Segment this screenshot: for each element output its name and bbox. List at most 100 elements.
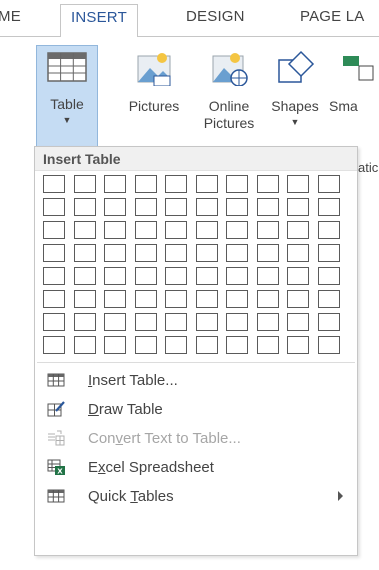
grid-cell[interactable] [226, 267, 248, 285]
grid-cell[interactable] [165, 175, 187, 193]
grid-cell[interactable] [226, 221, 248, 239]
grid-cell[interactable] [43, 198, 65, 216]
grid-cell[interactable] [134, 290, 157, 308]
grid-cell[interactable] [287, 267, 309, 285]
grid-cell[interactable] [287, 313, 309, 331]
grid-cell[interactable] [104, 313, 126, 331]
cut-off-text: atic [358, 160, 379, 175]
grid-cell[interactable] [317, 290, 340, 308]
grid-cell[interactable] [134, 244, 157, 262]
grid-cell[interactable] [73, 244, 96, 262]
grid-cell[interactable] [317, 313, 340, 331]
grid-cell[interactable] [134, 267, 157, 285]
grid-cell[interactable] [256, 244, 279, 262]
online-pictures-button[interactable]: Online Pictures [198, 50, 260, 132]
grid-cell[interactable] [104, 267, 126, 285]
dropdown-header: Insert Table [35, 147, 357, 171]
tab-insert[interactable]: INSERT [60, 4, 138, 37]
grid-cell[interactable] [134, 336, 157, 354]
grid-cell[interactable] [134, 198, 157, 216]
grid-cell[interactable] [256, 313, 279, 331]
grid-cell[interactable] [195, 290, 218, 308]
grid-cell[interactable] [165, 221, 187, 239]
grid-cell[interactable] [134, 221, 157, 239]
grid-cell[interactable] [43, 290, 65, 308]
grid-cell[interactable] [73, 290, 96, 308]
menu-item-quick-tables[interactable]: Quick Tables [35, 483, 357, 511]
grid-cell[interactable] [43, 336, 65, 354]
tab-design[interactable]: DESIGN [186, 8, 245, 25]
pictures-button[interactable]: Pictures [117, 50, 191, 115]
grid-cell[interactable] [195, 244, 218, 262]
grid-cell[interactable] [104, 198, 126, 216]
grid-cell[interactable] [287, 221, 309, 239]
grid-cell[interactable] [226, 175, 248, 193]
grid-cell[interactable] [195, 221, 218, 239]
grid-cell[interactable] [104, 221, 126, 239]
grid-cell[interactable] [317, 175, 340, 193]
grid-cell[interactable] [226, 313, 248, 331]
grid-cell[interactable] [287, 290, 309, 308]
grid-cell[interactable] [256, 221, 279, 239]
grid-cell[interactable] [317, 198, 340, 216]
grid-cell[interactable] [104, 290, 126, 308]
grid-cell[interactable] [256, 336, 279, 354]
grid-cell[interactable] [195, 198, 218, 216]
smartart-button[interactable]: Sma [329, 50, 379, 115]
grid-cell[interactable] [226, 336, 248, 354]
grid-cell[interactable] [287, 336, 309, 354]
shapes-button[interactable]: Shapes ▼ [268, 50, 322, 127]
grid-cell[interactable] [195, 267, 218, 285]
grid-cell[interactable] [287, 244, 309, 262]
grid-cell[interactable] [43, 221, 65, 239]
grid-cell[interactable] [287, 175, 309, 193]
grid-cell[interactable] [134, 175, 157, 193]
grid-cell[interactable] [317, 267, 340, 285]
grid-cell[interactable] [43, 175, 65, 193]
grid-cell[interactable] [73, 267, 96, 285]
grid-cell[interactable] [43, 267, 65, 285]
grid-cell[interactable] [104, 244, 126, 262]
grid-cell[interactable] [256, 290, 279, 308]
grid-cell[interactable] [226, 198, 248, 216]
grid-cell[interactable] [43, 244, 65, 262]
grid-cell[interactable] [256, 198, 279, 216]
grid-cell[interactable] [104, 175, 126, 193]
grid-cell[interactable] [134, 313, 157, 331]
menu-item-draw-table[interactable]: Draw Table [35, 396, 357, 424]
grid-cell[interactable] [317, 221, 340, 239]
grid-cell[interactable] [165, 336, 187, 354]
grid-cell[interactable] [104, 336, 126, 354]
grid-cell[interactable] [165, 198, 187, 216]
grid-cell[interactable] [287, 198, 309, 216]
tab-home[interactable]: ME [0, 8, 21, 25]
grid-cell[interactable] [73, 198, 96, 216]
grid-cell[interactable] [256, 267, 279, 285]
ribbon-divider [0, 36, 379, 37]
grid-cell[interactable] [43, 313, 65, 331]
grid-cell[interactable] [317, 244, 340, 262]
grid-cell[interactable] [195, 175, 218, 193]
pictures-label: Pictures [128, 98, 180, 114]
grid-cell[interactable] [165, 267, 187, 285]
grid-cell[interactable] [256, 175, 279, 193]
menu-item-excel-spreadsheet[interactable]: X Excel Spreadsheet [35, 454, 357, 482]
grid-cell[interactable] [165, 313, 187, 331]
table-button[interactable]: Table ▼ [36, 45, 98, 147]
grid-cell[interactable] [317, 336, 340, 354]
menu-item-insert-table[interactable]: Insert Table... [35, 367, 357, 395]
menu-item-label: Quick Tables [88, 488, 174, 505]
grid-cell[interactable] [73, 313, 96, 331]
grid-cell[interactable] [195, 336, 218, 354]
grid-cell[interactable] [73, 175, 96, 193]
grid-cell[interactable] [226, 244, 248, 262]
tab-page-layout[interactable]: PAGE LA [300, 8, 364, 25]
quick-tables-icon [47, 489, 65, 503]
grid-cell[interactable] [73, 336, 96, 354]
grid-cell[interactable] [165, 290, 187, 308]
grid-cell[interactable] [165, 244, 187, 262]
menu-item-convert-text-to-table[interactable]: Convert Text to Table... [35, 425, 357, 453]
grid-cell[interactable] [73, 221, 96, 239]
grid-cell[interactable] [226, 290, 248, 308]
grid-cell[interactable] [195, 313, 218, 331]
